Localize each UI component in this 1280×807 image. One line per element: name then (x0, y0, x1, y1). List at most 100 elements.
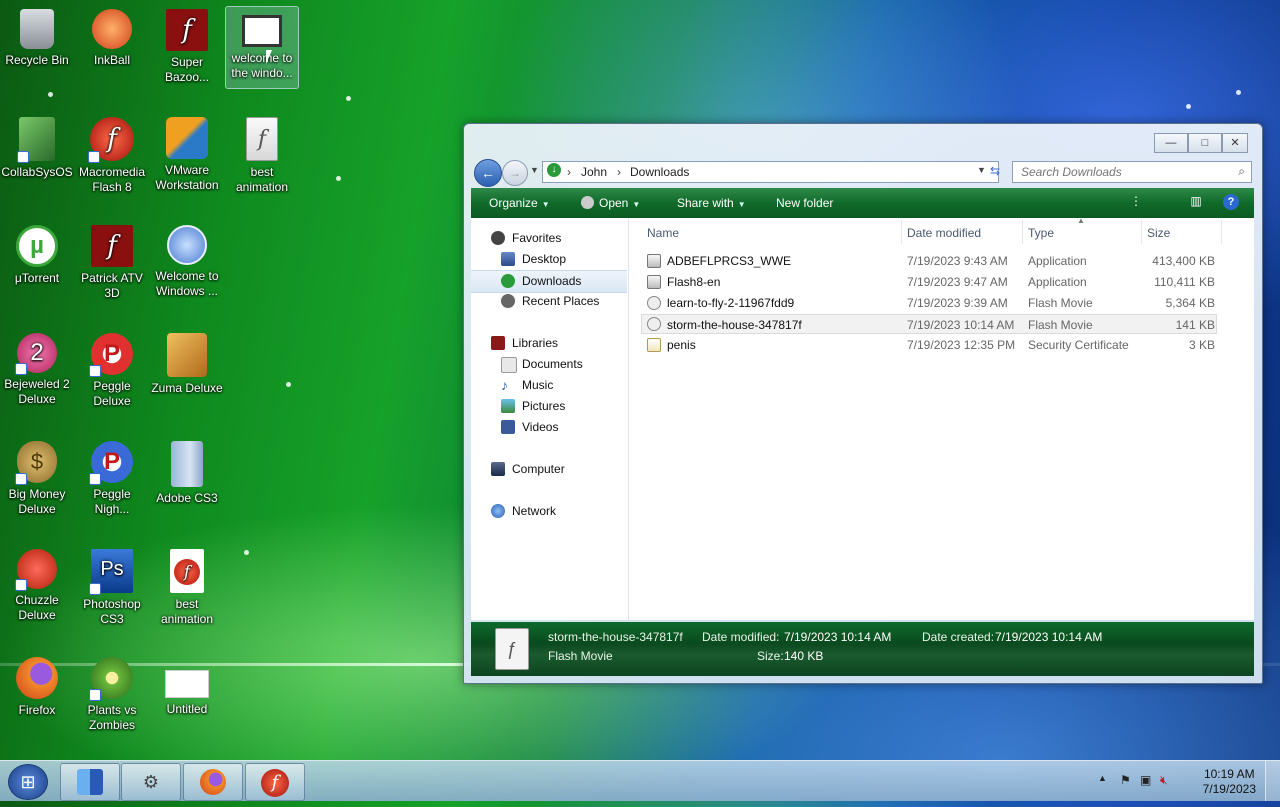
breadcrumb-downloads[interactable]: Downloads (630, 165, 689, 179)
help-icon[interactable]: ? (1223, 194, 1239, 210)
desktop-icon-plants-vs-zombies[interactable]: Plants vs Zombies (75, 652, 149, 752)
wallpaper-sparkle (244, 550, 249, 555)
libraries-icon (491, 336, 505, 350)
desktop-icon-best-animation-fla[interactable]: f best animation (150, 544, 224, 644)
desktop-icon-inkball[interactable]: InkBall (75, 4, 149, 104)
desktop-icon-recycle-bin[interactable]: Recycle Bin (0, 4, 74, 104)
taskbar-firefox[interactable] (183, 763, 243, 801)
video-file-icon (242, 15, 282, 47)
desktop-icon-peggle-deluxe[interactable]: P Peggle Deluxe (75, 328, 149, 428)
nav-desktop-label: Desktop (522, 252, 567, 266)
nav-libraries[interactable]: Libraries (471, 333, 627, 354)
new-folder-button[interactable]: New folder (776, 196, 833, 210)
column-divider[interactable] (901, 220, 902, 244)
desktop-icon-label: VMware Workstation (155, 163, 219, 192)
desktop-icon-welcome-video[interactable]: welcome to the windo... (225, 6, 299, 89)
refresh-icon[interactable]: ⇆ (984, 161, 1006, 181)
address-row: ← → ▼ ↓ › John › Downloads ▼ ⇆ ⌕ (472, 159, 1254, 187)
desktop-icon-super-bazooka[interactable]: f Super Bazoo... (150, 4, 224, 104)
breadcrumb-separator-icon: › (617, 165, 621, 179)
file-list: Name Date modified Type ▲ Size ADBEFLPRC… (629, 216, 1254, 620)
navigation-pane: Favorites Desktop Downloads Recent Place… (471, 218, 629, 620)
desktop-icon-vmware[interactable]: VMware Workstation (150, 112, 224, 212)
start-button[interactable]: ⊞ (8, 764, 48, 800)
search-box[interactable]: ⌕ (1012, 161, 1252, 183)
column-header-date-modified[interactable]: Date modified (907, 226, 981, 240)
column-divider[interactable] (1022, 220, 1023, 244)
network-status-icon[interactable]: ▣ (1140, 773, 1151, 787)
file-type: Application (1028, 254, 1087, 268)
nav-music[interactable]: ♪ Music (471, 375, 627, 396)
desktop-icon-firefox[interactable]: Firefox (0, 652, 74, 752)
file-row[interactable]: penis 7/19/2023 12:35 PM Security Certif… (641, 335, 1217, 355)
column-header-name[interactable]: Name (647, 226, 679, 240)
taskbar-finder[interactable] (60, 763, 120, 801)
desktop-icon-chuzzle[interactable]: Chuzzle Deluxe (0, 544, 74, 644)
nav-desktop[interactable]: Desktop (471, 249, 627, 270)
column-header-type[interactable]: Type (1028, 226, 1054, 240)
nav-computer[interactable]: Computer (471, 459, 627, 480)
clock-time: 10:19 AM (1203, 767, 1255, 781)
volume-muted-icon[interactable]: 🔇︎ (1160, 773, 1168, 788)
search-input[interactable] (1019, 162, 1223, 182)
share-with-button[interactable]: Share with ▼ (677, 196, 746, 210)
nav-favorites[interactable]: Favorites (471, 228, 627, 249)
file-row-selected[interactable]: storm-the-house-347817f 7/19/2023 10:14 … (641, 314, 1217, 334)
view-options-icon[interactable]: ⋮ (1127, 194, 1145, 212)
desktop-icon-zuma[interactable]: Zuma Deluxe (150, 328, 224, 428)
desktop-icon-label: Firefox (18, 703, 56, 717)
open-button[interactable]: Open ▼ (581, 196, 640, 210)
preview-pane-icon[interactable]: ▥ (1187, 194, 1205, 212)
nav-downloads[interactable]: Downloads (471, 270, 627, 293)
column-header-size[interactable]: Size (1147, 226, 1170, 240)
minimize-button[interactable]: — (1154, 133, 1188, 153)
breadcrumb-john[interactable]: John (581, 165, 607, 179)
maximize-button[interactable]: □ (1188, 133, 1222, 153)
desktop-icon-label: μTorrent (14, 271, 60, 285)
open-with-icon (581, 196, 594, 209)
desktop-icon-collabsysos[interactable]: CollabSysOS (0, 112, 74, 212)
desktop-icon-adobe-cs3[interactable]: Adobe CS3 (150, 436, 224, 536)
desktop-icon-untitled[interactable]: Untitled (150, 652, 224, 752)
column-divider[interactable] (1221, 220, 1222, 244)
nav-network-label: Network (512, 504, 557, 518)
nav-videos[interactable]: Videos (471, 417, 627, 438)
breadcrumb-separator-icon: › (567, 165, 571, 179)
desktop-icon-peggle-nights[interactable]: P Peggle Nigh... (75, 436, 149, 536)
nav-recent-places[interactable]: Recent Places (471, 291, 627, 312)
nav-documents[interactable]: Documents (471, 354, 627, 375)
column-divider[interactable] (1141, 220, 1142, 244)
search-icon[interactable]: ⌕ (1238, 164, 1245, 179)
desktop-icon-macromedia-flash[interactable]: f Macromedia Flash 8 (75, 112, 149, 212)
close-button[interactable]: ✕ (1222, 133, 1248, 153)
organize-button[interactable]: Organize ▼ (489, 196, 550, 210)
open-label: Open (599, 196, 629, 210)
desktop-icon-photoshop[interactable]: Ps Photoshop CS3 (75, 544, 149, 644)
desktop-icon-bejeweled[interactable]: 2 Bejeweled 2 Deluxe (0, 328, 74, 428)
windows-orb-icon (167, 225, 207, 265)
address-bar[interactable]: ↓ › John › Downloads ▼ (542, 161, 999, 183)
taskbar-flash[interactable]: f (245, 763, 305, 801)
clock[interactable]: 10:19 AM 7/19/2023 (1203, 767, 1256, 797)
file-row[interactable]: learn-to-fly-2-11967fdd9 7/19/2023 9:39 … (641, 293, 1217, 313)
file-row[interactable]: Flash8-en 7/19/2023 9:47 AM Application … (641, 272, 1217, 292)
back-button[interactable]: ← (474, 159, 502, 187)
file-name: penis (667, 338, 696, 352)
desktop-icon-utorrent[interactable]: µ μTorrent (0, 220, 74, 320)
recent-pages-dropdown[interactable]: ▼ (530, 165, 539, 175)
nav-computer-label: Computer (512, 462, 565, 476)
photoshop-icon: Ps (89, 549, 133, 595)
taskbar-settings[interactable]: ⚙ (121, 763, 181, 801)
nav-network[interactable]: Network (471, 501, 627, 522)
nav-pictures[interactable]: Pictures (471, 396, 627, 417)
desktop-icon-best-animation-swf[interactable]: f best animation (225, 112, 299, 212)
desktop-icon-patrick-atv[interactable]: f Patrick ATV 3D (75, 220, 149, 320)
show-desktop-button[interactable] (1265, 761, 1280, 801)
desktop-icon-big-money[interactable]: $ Big Money Deluxe (0, 436, 74, 536)
desktop-icon-welcome-windows[interactable]: Welcome to Windows ... (150, 220, 224, 320)
forward-button[interactable]: → (502, 160, 528, 186)
action-center-flag-icon[interactable]: ⚑ (1120, 773, 1131, 787)
file-row[interactable]: ADBEFLPRCS3_WWE 7/19/2023 9:43 AM Applic… (641, 251, 1217, 271)
nav-favorites-label: Favorites (512, 231, 562, 245)
show-hidden-icons-icon[interactable]: ▲ (1098, 773, 1107, 783)
